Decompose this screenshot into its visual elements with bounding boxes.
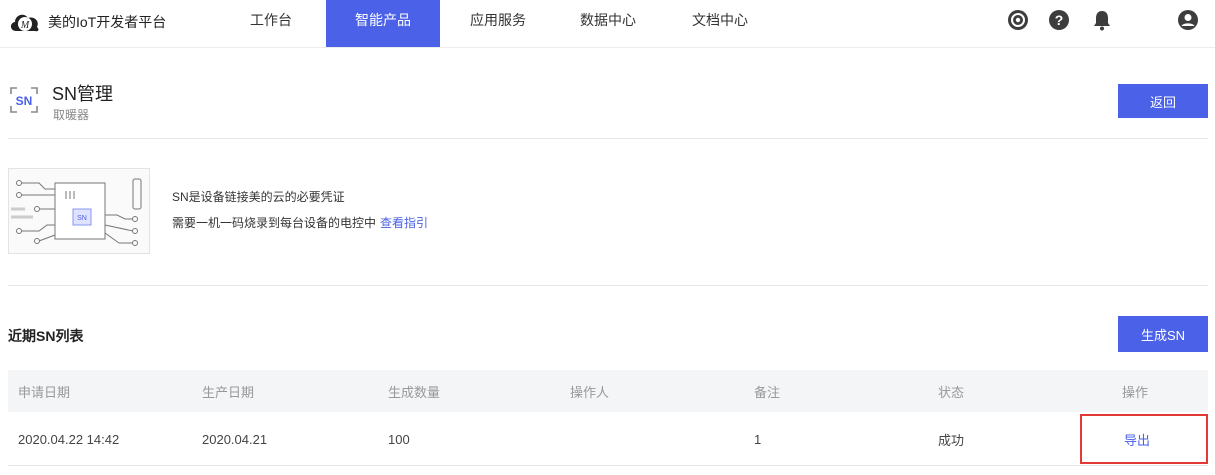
page-subtitle: 取暖器 [53,108,90,122]
page-title: SN管理 [52,84,114,104]
bell-icon[interactable] [1090,8,1114,32]
column-header-remark: 备注 [754,384,781,400]
column-header-action: 操作 [1122,384,1149,400]
chip-illustration-icon: SN [11,178,142,246]
nav-item-docs-center[interactable]: 文档中心 [680,0,760,47]
section-title: 近期SN列表 [8,328,84,344]
nav-item-data-center[interactable]: 数据中心 [568,0,648,47]
user-icon[interactable] [1176,8,1200,32]
cell-production-date: 2020.04.21 [202,431,268,447]
chip-label: SN [77,215,87,222]
info-divider [8,285,1208,286]
column-header-production-date: 生产日期 [202,384,255,400]
top-navbar: M 美的IoT开发者平台 工作台 智能产品 应用服务 数据中心 文档中心 ? [0,0,1215,48]
column-header-quantity: 生成数量 [388,384,441,400]
cell-quantity: 100 [388,431,410,447]
sn-icon-text: SN [16,94,33,108]
info-line-2-text: 需要一机一码烧录到每台设备的电控中 [172,216,377,230]
column-header-apply-date: 申请日期 [18,384,71,400]
generate-sn-button[interactable]: 生成SN [1118,316,1208,352]
nav-item-app-services[interactable]: 应用服务 [458,0,538,47]
sn-icon: SN [10,87,38,113]
brand-name: 美的IoT开发者平台 [48,14,167,30]
svg-text:?: ? [1055,12,1064,28]
info-line-2: 需要一机一码烧录到每台设备的电控中 查看指引 [172,214,428,231]
brand-logo[interactable]: M 美的IoT开发者平台 [8,7,166,37]
sn-illustration: SN [8,168,150,254]
cell-apply-date: 2020.04.22 14:42 [18,431,120,447]
info-line-1: SN是设备链接美的云的必要凭证 [172,190,345,204]
table-row: 2020.04.22 14:42 2020.04.21 100 1 成功 导出 [8,413,1208,466]
cell-status: 成功 [938,432,965,448]
cell-remark: 1 [754,431,762,447]
cloud-logo-icon: M [10,14,39,32]
header-divider [8,138,1208,139]
svg-text:M: M [20,20,30,31]
export-link[interactable]: 导出 [1124,413,1150,465]
table-header: 申请日期 生产日期 生成数量 操作人 备注 状态 操作 [8,370,1208,412]
target-icon[interactable] [1006,8,1030,32]
column-header-status: 状态 [938,384,965,400]
nav-item-workbench[interactable]: 工作台 [240,0,302,47]
nav-item-smart-products[interactable]: 智能产品 [326,0,440,47]
help-icon[interactable]: ? [1047,8,1071,32]
column-header-operator: 操作人 [570,384,610,400]
back-button[interactable]: 返回 [1118,84,1208,118]
guide-link[interactable]: 查看指引 [380,216,428,230]
